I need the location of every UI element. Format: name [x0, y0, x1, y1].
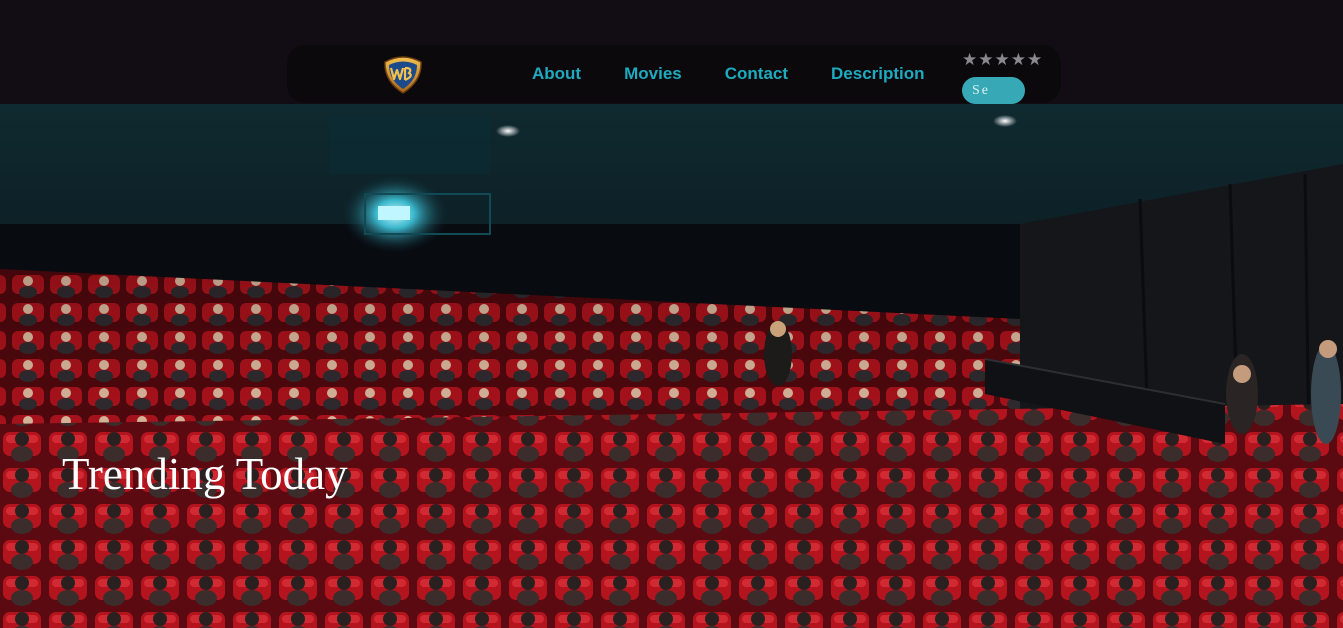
star-icon[interactable]: ★	[1027, 51, 1042, 69]
star-rating: ★ ★ ★ ★ ★	[962, 51, 1042, 69]
navbar: About Movies Contact Description ★ ★ ★ ★…	[287, 45, 1061, 104]
wb-shield-logo-icon[interactable]	[381, 55, 425, 95]
star-icon[interactable]: ★	[978, 51, 993, 69]
hero-title: Trending Today	[62, 449, 348, 499]
star-icon[interactable]: ★	[962, 51, 977, 69]
star-icon[interactable]: ★	[995, 51, 1010, 69]
nav-links: About Movies Contact Description	[532, 63, 925, 85]
top-bar: About Movies Contact Description ★ ★ ★ ★…	[0, 0, 1343, 104]
nav-link-movies[interactable]: Movies	[624, 63, 682, 85]
hero-banner: Trending Today	[0, 104, 1343, 628]
star-icon[interactable]: ★	[1011, 51, 1026, 69]
search-input[interactable]	[962, 77, 1025, 104]
nav-link-contact[interactable]: Contact	[725, 63, 788, 85]
nav-link-about[interactable]: About	[532, 63, 581, 85]
nav-link-description[interactable]: Description	[831, 63, 925, 85]
cinema-audience-photo	[0, 104, 1343, 628]
